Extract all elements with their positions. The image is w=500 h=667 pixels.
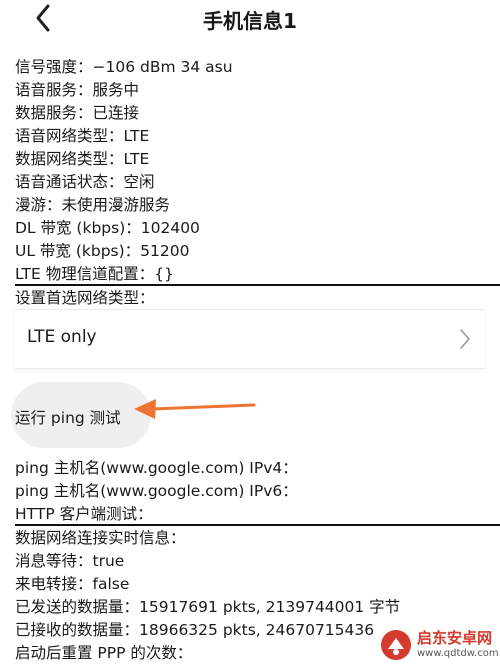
- watermark-logo-icon: [379, 628, 413, 666]
- voice-call-state-text: 语音通话状态：空闲: [15, 173, 155, 191]
- data-service-text: 数据服务：已连接: [15, 104, 140, 122]
- preferred-network-label: 设置首选网络类型：: [15, 289, 155, 307]
- preferred-network-select[interactable]: LTE only: [15, 309, 485, 369]
- data-received-text: 已接收的数据量：18966325 pkts, 24670715436: [15, 621, 375, 639]
- section-divider: [15, 284, 500, 286]
- roaming-text: 漫游：未使用漫游服务: [15, 196, 171, 214]
- preferred-network-value: LTE only: [27, 327, 97, 347]
- data-sent-text: 已发送的数据量：15917691 pkts, 2139744001 字节: [15, 598, 401, 616]
- section-divider: [15, 524, 500, 526]
- http-client-test-text: HTTP 客户端测试：: [15, 505, 153, 523]
- top-bar: 手机信息1: [0, 0, 500, 40]
- data-network-type-text: 数据网络类型：LTE: [15, 150, 150, 168]
- lte-channel-config-text: LTE 物理信道配置：{}: [15, 265, 174, 283]
- dl-bandwidth-text: DL 带宽 (kbps)：102400: [15, 219, 200, 237]
- voice-network-type-text: 语音网络类型：LTE: [15, 127, 150, 145]
- voice-service-text: 语音服务：服务中: [15, 81, 140, 99]
- ping-ipv4-text: ping 主机名(www.google.com) IPv4：: [15, 459, 298, 477]
- ping-ipv6-text: ping 主机名(www.google.com) IPv6：: [15, 482, 298, 500]
- watermark: 启东安卓网 www.qdtdw.com: [375, 624, 500, 667]
- data-conn-info-header: 数据网络连接实时信息：: [15, 529, 186, 547]
- page-title: 手机信息1: [203, 9, 297, 33]
- watermark-url: www.qdtdw.com: [417, 648, 499, 659]
- call-forwarding-text: 来电转接：false: [15, 575, 130, 593]
- watermark-name: 启东安卓网: [417, 629, 493, 647]
- signal-strength-text: 信号强度：−106 dBm 34 asu: [15, 58, 233, 76]
- run-ping-test-label: 运行 ping 测试: [15, 409, 121, 427]
- ul-bandwidth-text: UL 带宽 (kbps)：51200: [15, 242, 190, 260]
- message-waiting-text: 消息等待：true: [15, 552, 125, 570]
- chevron-right-icon: [459, 328, 471, 354]
- annotation-arrow-icon: [130, 392, 260, 426]
- ppp-reset-count-text: 启动后重置 PPP 的次数：: [15, 644, 193, 662]
